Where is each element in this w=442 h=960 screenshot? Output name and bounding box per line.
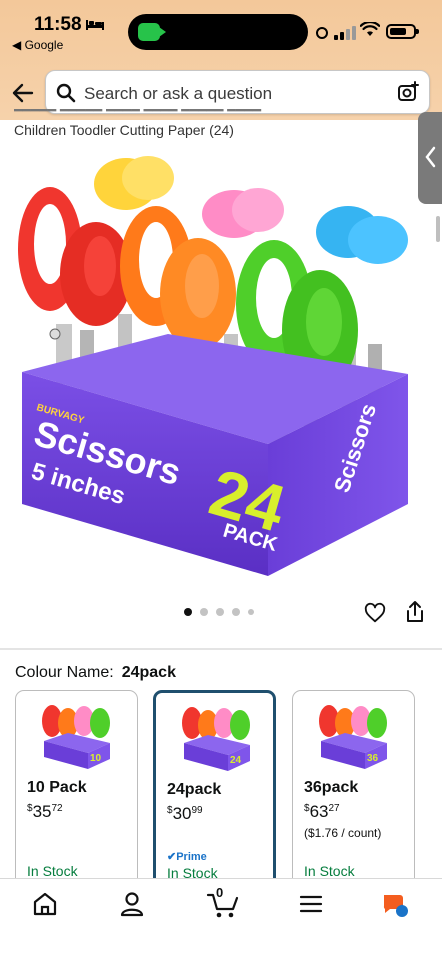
- carousel-dot[interactable]: [184, 608, 192, 616]
- back-arrow-icon[interactable]: [10, 80, 36, 106]
- product-title[interactable]: ━━━━━ ━━━━━ ━━━━ ━━━━ ━━━━━ ━━━━ Childre…: [14, 108, 394, 140]
- variant-thumbnail: 24: [182, 707, 250, 771]
- cart-count: 0: [216, 885, 224, 900]
- variant-unit-price: ($1.76 / count): [304, 826, 382, 840]
- variant-badge-text: 24: [230, 755, 242, 766]
- variant-price: $6327: [304, 802, 340, 821]
- variant-name: 10 Pack: [27, 779, 87, 796]
- carousel-dot[interactable]: [200, 608, 208, 616]
- sleep-focus-icon: [86, 20, 104, 30]
- cart-button[interactable]: 0: [206, 885, 240, 919]
- menu-icon[interactable]: [296, 889, 326, 919]
- variant-price: $3099: [167, 804, 203, 823]
- camera-in-use-icon: [138, 23, 166, 41]
- carousel-dot[interactable]: [216, 608, 224, 616]
- variant-card-36pack[interactable]: 36 36pack $6327 ($1.76 / count) In Stock: [292, 690, 415, 890]
- recording-indicator-icon: [316, 27, 328, 39]
- colour-label: Colour Name:: [15, 664, 114, 681]
- carousel-dot[interactable]: [248, 609, 254, 615]
- bottom-nav: 0: [0, 878, 442, 960]
- variant-card-10-pack[interactable]: 10 10 Pack $3572 In Stock: [15, 690, 138, 890]
- product-title-text: Children Toodler Cutting Paper (24): [14, 122, 234, 138]
- battery-icon: [386, 24, 419, 39]
- back-to-app-link[interactable]: ◀ Google: [12, 38, 63, 52]
- variant-cards: 10 10 Pack $3572 In Stock 24 24pack $309…: [15, 690, 442, 890]
- variant-thumbnail: 10: [42, 705, 110, 769]
- variant-name: 24pack: [167, 781, 222, 798]
- wifi-icon: [360, 22, 380, 36]
- variant-card-24pack[interactable]: 24 24pack $3099 ✔Prime In Stock: [153, 690, 276, 890]
- heart-icon[interactable]: [364, 602, 386, 624]
- colour-value: 24pack: [121, 664, 176, 681]
- status-bar: 11:58 ◀ Google: [0, 0, 442, 60]
- prime-badge: ✔Prime: [167, 851, 207, 863]
- camera-search-icon[interactable]: [397, 81, 419, 103]
- section-divider: [0, 648, 442, 650]
- red-scissors: [18, 187, 132, 340]
- product-image[interactable]: BURVAGY Scissors 5 inches 24 PACK Scisso…: [8, 144, 418, 584]
- cellular-signal-icon: [334, 24, 356, 40]
- share-icon[interactable]: [404, 600, 426, 624]
- side-panel-handle[interactable]: [418, 112, 442, 204]
- variant-name: 36pack: [304, 779, 359, 796]
- dynamic-island: [128, 14, 308, 50]
- variant-price: $3572: [27, 802, 63, 821]
- variant-thumbnail: 36: [319, 705, 387, 769]
- purple-box: BURVAGY Scissors 5 inches 24 PACK Scisso…: [22, 334, 408, 576]
- profile-icon[interactable]: [117, 889, 147, 919]
- variant-badge-text: 36: [367, 753, 379, 764]
- home-icon[interactable]: [30, 889, 60, 919]
- variant-stock: In Stock: [304, 863, 355, 879]
- search-placeholder: Search or ask a question: [84, 84, 273, 103]
- scroll-indicator: [436, 216, 440, 242]
- colour-name-row: Colour Name: 24pack: [15, 664, 176, 682]
- carousel-dots[interactable]: [184, 608, 254, 616]
- variant-badge-text: 10: [90, 753, 102, 764]
- variant-stock: In Stock: [27, 863, 78, 879]
- rufus-assistant-icon[interactable]: [380, 889, 410, 919]
- status-time: 11:58: [34, 14, 82, 35]
- chevron-left-icon: [425, 146, 436, 168]
- carousel-dot[interactable]: [232, 608, 240, 616]
- search-icon: [56, 83, 76, 103]
- product-title-cut-line: ━━━━━ ━━━━━ ━━━━ ━━━━ ━━━━━ ━━━━: [14, 108, 262, 118]
